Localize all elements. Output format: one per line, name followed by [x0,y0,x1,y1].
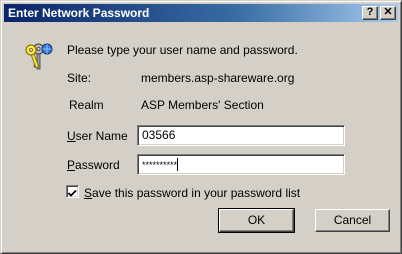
username-label-rest: ser Name [75,129,128,143]
network-password-dialog: Enter Network Password ? ✕ Please type y… [0,0,402,254]
username-value: 03566 [142,128,176,142]
help-button[interactable]: ? [362,6,378,20]
text-caret [177,158,179,172]
checkmark-icon [67,189,77,197]
dialog-title: Enter Network Password [8,6,150,20]
cancel-button[interactable]: Cancel [315,209,390,232]
password-label: Password [67,158,120,172]
password-label-rest: assword [75,158,120,172]
site-label: Site: [67,71,92,85]
close-icon: ✕ [383,6,393,18]
save-password-label[interactable]: Save this password in your password list [84,186,300,200]
realm-label: Realm [69,98,104,112]
close-button[interactable]: ✕ [380,6,396,20]
password-value: ********** [142,159,178,170]
save-password-checkbox[interactable] [66,185,79,198]
username-label-accel: U [67,129,76,143]
prompt-text: Please type your user name and password. [67,43,298,57]
title-bar[interactable]: Enter Network Password ? ✕ [4,4,398,22]
username-label: User Name [67,129,128,143]
ok-button[interactable]: OK [218,208,295,233]
password-input[interactable]: ********** [137,154,345,175]
site-value: members.asp-shareware.org [141,71,295,85]
save-password-label-accel: S [84,186,93,200]
help-icon: ? [366,6,374,18]
password-label-accel: P [67,158,76,172]
save-password-label-rest: ave this password in your password list [92,186,301,200]
realm-value: ASP Members' Section [141,98,264,112]
key-icon [25,43,53,70]
username-input[interactable]: 03566 [137,125,345,146]
